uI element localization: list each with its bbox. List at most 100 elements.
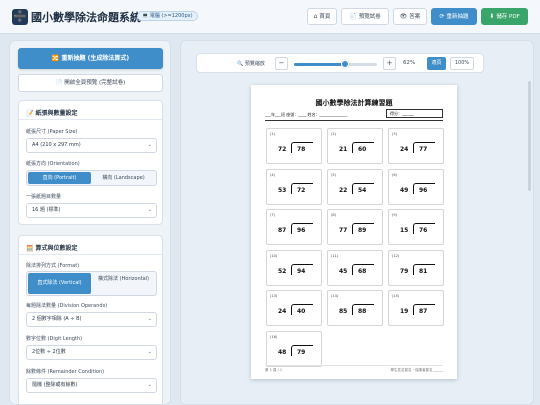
question-cell: (7) 87 96 — [266, 209, 322, 245]
dividend: 79 — [297, 348, 306, 356]
save-pdf-button[interactable]: ⬇ 儲存 PDF — [481, 8, 528, 25]
chevron-down-icon: ⌄ — [147, 382, 152, 388]
redraw-button-label: 重新抽題 — [446, 14, 469, 20]
digits-value: 2位數 ÷ 2位數 — [32, 349, 66, 355]
dividend: 78 — [297, 146, 306, 153]
dividend: 89 — [358, 227, 367, 234]
device-badge: 💻 電腦 (>=1200px) — [137, 11, 198, 21]
format-horizontal-option[interactable]: 橫式除法 (Horizontal) — [92, 273, 155, 294]
dividend: 40 — [297, 308, 306, 315]
question-number: (13) — [270, 294, 278, 298]
zoom-slider-handle[interactable] — [341, 60, 350, 68]
question-cell: (8) 77 89 — [327, 209, 383, 245]
paper-size-select[interactable]: A4 (210 x 297 mm) ⌄ — [26, 138, 157, 153]
divisor: 24 — [400, 146, 409, 153]
zoom-slider[interactable] — [294, 60, 377, 68]
question-cell: (10) 52 94 — [266, 249, 322, 286]
divisor: 49 — [400, 186, 409, 194]
question-number: (2) — [331, 132, 336, 136]
question-cell: (4) 53 72 — [266, 168, 322, 205]
worksheet-paper: 國小數學除法計算練習題 ___年___班 座號：____ 姓名：________… — [251, 85, 457, 379]
divisor: 45 — [339, 267, 348, 275]
open-full-preview-button[interactable]: 📄 開啟全頁預覽 (完整試卷) — [18, 74, 163, 92]
orientation-landscape-option[interactable]: 橫向 (Landscape) — [92, 172, 155, 184]
format-label: 除法排列方式 (Format) — [26, 263, 80, 269]
worksheet-title: 國小數學除法計算練習題 — [315, 99, 393, 107]
dividend: 81 — [419, 267, 428, 275]
app-header: ➗ 國小數學除法命題系統 💻 電腦 (>=1200px) ⌂ 首頁 📄 預覽試卷 👁… — [0, 0, 540, 34]
answer-button-label: 答案 — [409, 14, 421, 20]
question-count-value: 16 題 (標準) — [32, 207, 61, 213]
card-divider — [19, 119, 162, 120]
footer-rule — [265, 365, 443, 366]
zoom-out-button[interactable]: − — [275, 57, 288, 70]
chevron-down-icon: ⌄ — [147, 316, 152, 322]
orientation-portrait-option[interactable]: 直向 (Portrait) — [28, 172, 91, 184]
dividend: 87 — [419, 308, 428, 315]
question-number: (15) — [392, 294, 400, 298]
question-cell: (15) 19 87 — [388, 290, 444, 326]
remainder-select[interactable]: 隨機 (整除或有餘數) ⌄ — [26, 378, 157, 393]
paper-settings-title: 📝 紙張與數量設定 — [26, 110, 78, 117]
question-number: (1) — [270, 132, 275, 136]
zoom-slider-fill — [294, 63, 346, 66]
chevron-down-icon: ⌄ — [147, 142, 152, 148]
divisor: 15 — [400, 227, 409, 234]
format-settings-card: 🧮 算式與位數設定 除法排列方式 (Format) 直式除法 (Vertical… — [18, 235, 163, 404]
divisor: 79 — [400, 267, 409, 275]
question-number: (8) — [331, 213, 336, 217]
question-cell: (5) 22 54 — [327, 168, 383, 205]
zoom-label: 🔍 預覽縮放 — [237, 61, 265, 67]
home-button[interactable]: ⌂ 首頁 — [307, 8, 337, 25]
chevron-down-icon: ⌄ — [147, 207, 152, 213]
score-box: 得分：______ — [386, 109, 443, 118]
question-cell: (3) 24 77 — [388, 128, 444, 164]
remainder-value: 隨機 (整除或有餘數) — [32, 382, 78, 388]
dividend: 77 — [419, 146, 428, 153]
zoom-in-button[interactable]: + — [383, 57, 396, 70]
question-number: (14) — [331, 294, 339, 298]
dividend: 88 — [358, 308, 367, 315]
digits-label: 數字位數 (Digit Length) — [26, 336, 83, 342]
home-icon: ⌂ — [313, 13, 318, 20]
paper-settings-card: 📝 紙張與數量設定 紙張尺寸 (Paper Size) A4 (210 x 29… — [18, 100, 163, 225]
orientation-toggle: 直向 (Portrait) 橫向 (Landscape) — [26, 170, 157, 186]
settings-sidebar: 🔀 重新抽題 (生成除法算式) 📄 開啟全頁預覽 (完整試卷) 📝 紙張與數量設… — [9, 40, 171, 405]
question-cell: (12) 79 81 — [388, 249, 444, 286]
question-cell: (13) 24 40 — [266, 290, 322, 326]
divisor: 53 — [278, 186, 287, 194]
digits-select[interactable]: 2位數 ÷ 2位數 ⌄ — [26, 345, 157, 360]
chevron-down-icon: ⌄ — [147, 349, 152, 355]
zoom-100-button[interactable]: 100% — [450, 57, 474, 70]
divisor: 48 — [278, 348, 287, 356]
app-title: 國小數學除法命題系統 — [31, 11, 141, 24]
document-icon: 📄 — [349, 13, 357, 20]
download-icon: ⬇ — [489, 13, 495, 20]
divide-logo-icon: ➗ — [12, 9, 28, 25]
divisor: 77 — [339, 227, 348, 234]
generate-questions-button[interactable]: 🔀 重新抽題 (生成除法算式) — [18, 48, 163, 69]
zoom-toolbar: 🔍 預覽縮放 − + 62% 適頁 100% — [196, 53, 484, 73]
operands-select[interactable]: 2 個數字相除 (A ÷ B) ⌄ — [26, 312, 157, 327]
redraw-button[interactable]: ⟳ 重新抽題 — [431, 8, 477, 25]
question-number: (9) — [392, 213, 397, 217]
eye-icon: 👁 — [399, 13, 408, 20]
dividend: 68 — [358, 267, 367, 275]
question-number: (16) — [270, 334, 278, 339]
question-cell: (11) 45 68 — [327, 249, 383, 286]
question-number: (3) — [392, 132, 397, 136]
format-vertical-option[interactable]: 直式除法 (Vertical) — [28, 273, 91, 294]
preview-scrollbar[interactable] — [528, 81, 531, 191]
question-count-select[interactable]: 16 題 (標準) ⌄ — [26, 203, 157, 218]
question-number: (11) — [331, 253, 339, 258]
dividend: 72 — [297, 186, 306, 194]
divisor: 72 — [278, 146, 287, 153]
dividend: 76 — [419, 227, 428, 234]
preview-paper-button-label: 預覽試卷 — [358, 14, 381, 20]
page-number: 第 1 頁 / 1 — [265, 368, 283, 372]
question-cell: (16) 48 79 — [266, 330, 322, 367]
answer-button[interactable]: 👁 答案 — [393, 8, 427, 25]
preview-paper-button[interactable]: 📄 預覽試卷 — [341, 8, 389, 25]
fit-page-button[interactable]: 適頁 — [427, 57, 446, 70]
divisor: 19 — [400, 308, 409, 315]
